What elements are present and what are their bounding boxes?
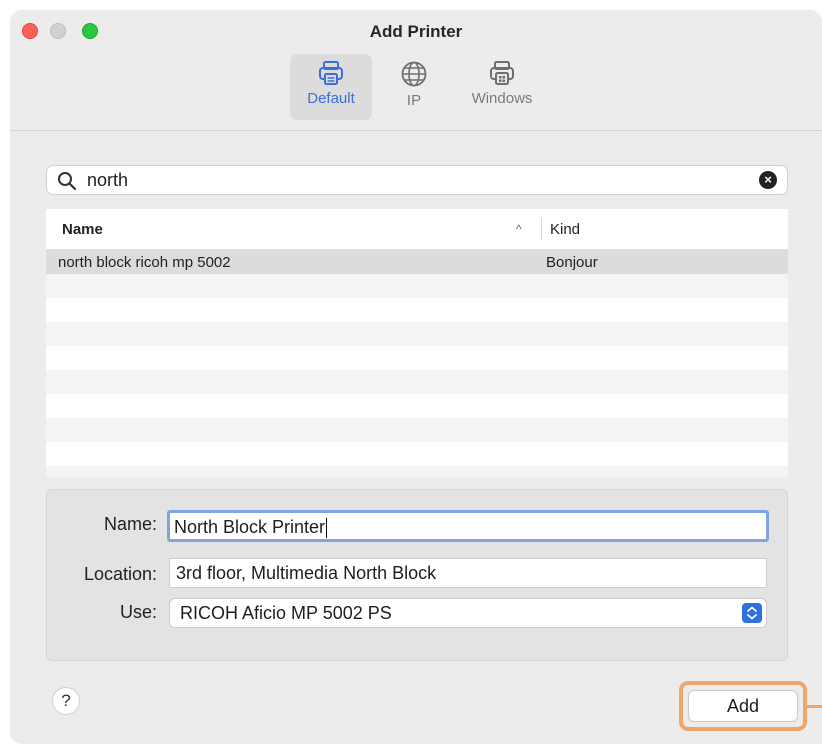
tab-windows[interactable]: Windows <box>462 54 542 120</box>
add-printer-window: Add Printer Default IP Windows north × N… <box>10 10 822 744</box>
tab-default[interactable]: Default <box>290 54 372 120</box>
name-field[interactable]: North Block Printer <box>167 510 769 542</box>
table-row-empty <box>46 466 788 477</box>
title-bar: Add Printer Default IP Windows <box>10 10 822 131</box>
column-header-name[interactable]: Name <box>62 221 103 238</box>
printer-list: Name ^ Kind north block ricoh mp 5002 Bo… <box>46 209 788 477</box>
table-row-empty <box>46 418 788 442</box>
table-rows: north block ricoh mp 5002 Bonjour <box>46 250 788 477</box>
location-field[interactable]: 3rd floor, Multimedia North Block <box>169 558 767 588</box>
clear-search-icon[interactable]: × <box>759 171 777 189</box>
name-field-value: North Block Printer <box>174 517 326 537</box>
table-row[interactable]: north block ricoh mp 5002 Bonjour <box>46 250 788 274</box>
highlight-connector-line <box>807 705 822 708</box>
tab-windows-label: Windows <box>471 90 533 107</box>
driver-select[interactable]: RICOH Aficio MP 5002 PS <box>169 598 767 628</box>
table-row-empty <box>46 442 788 466</box>
row-printer-name: north block ricoh mp 5002 <box>58 254 231 271</box>
location-field-value: 3rd floor, Multimedia North Block <box>176 563 437 583</box>
chevron-updown-icon <box>747 606 757 620</box>
table-header: Name ^ Kind <box>46 209 788 250</box>
table-row-empty <box>46 274 788 298</box>
sort-ascending-icon[interactable]: ^ <box>516 222 522 236</box>
search-field[interactable]: north × <box>46 165 788 195</box>
table-row-empty <box>46 394 788 418</box>
tab-default-label: Default <box>307 90 355 107</box>
table-row-empty <box>46 298 788 322</box>
table-row-empty <box>46 322 788 346</box>
table-row-empty <box>46 346 788 370</box>
window-title: Add Printer <box>369 22 463 41</box>
globe-icon <box>401 61 427 87</box>
printer-icon <box>319 61 343 85</box>
name-label: Name: <box>103 514 157 534</box>
location-label: Location: <box>83 564 157 584</box>
windows-printer-icon <box>490 61 514 85</box>
help-button[interactable]: ? <box>52 687 80 715</box>
add-button[interactable]: Add <box>688 690 798 722</box>
use-label: Use: <box>119 602 157 622</box>
driver-select-value: RICOH Aficio MP 5002 PS <box>180 603 392 623</box>
column-header-kind[interactable]: Kind <box>550 221 580 238</box>
text-caret <box>326 518 328 539</box>
search-input[interactable]: north <box>87 170 128 191</box>
search-icon <box>58 172 77 191</box>
tab-ip[interactable]: IP <box>394 54 434 120</box>
tab-ip-label: IP <box>406 92 422 109</box>
row-printer-kind: Bonjour <box>546 254 598 271</box>
column-divider[interactable] <box>541 218 542 240</box>
table-row-empty <box>46 370 788 394</box>
printer-details-form: Name: North Block Printer Location: 3rd … <box>46 489 788 661</box>
popup-stepper-icon[interactable] <box>742 603 762 623</box>
